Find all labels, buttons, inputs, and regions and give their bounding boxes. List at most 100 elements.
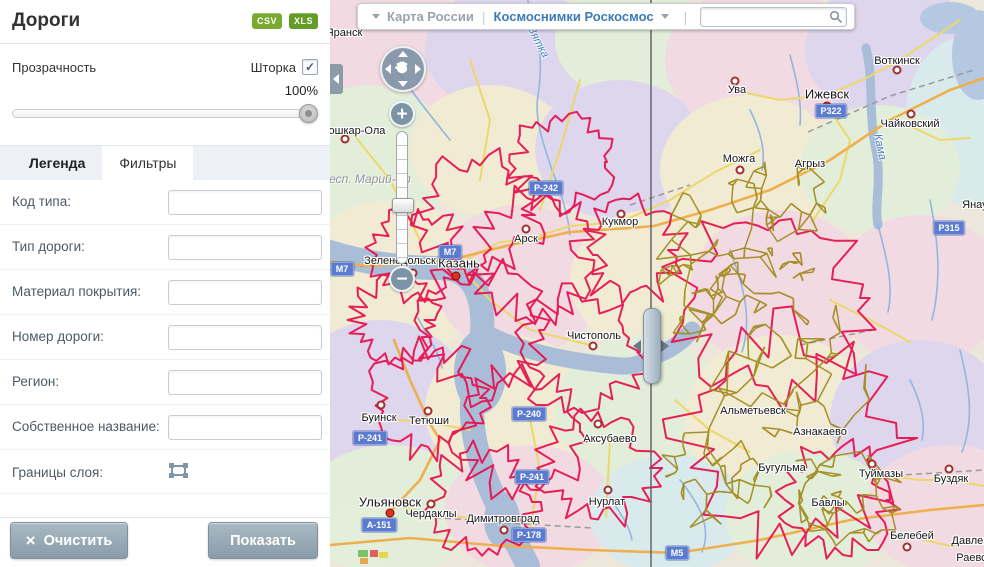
filter-row-own-name: Собственное название: [0, 405, 330, 450]
map-city-label: Воткинск [874, 55, 920, 67]
map-city-label: Димитровград [466, 513, 539, 525]
map-city-dot [452, 272, 461, 281]
pan-right-icon[interactable] [415, 64, 421, 74]
map-city-label: Агрыз [795, 158, 825, 170]
map-city-dot [604, 486, 613, 495]
page-title: Дороги [12, 10, 80, 32]
map-road-badge: М7 [331, 262, 354, 276]
hand-icon [393, 58, 411, 81]
filter-row-region: Регион: [0, 360, 330, 405]
chevron-down-icon[interactable] [372, 14, 380, 19]
map-city-label: Азнакаево [793, 426, 847, 438]
map-city-dot [386, 509, 395, 518]
pan-down-icon[interactable] [398, 81, 408, 87]
map-city-dot [377, 401, 386, 410]
map-search-box [700, 7, 847, 27]
map-road-badge: Р-241 [515, 470, 549, 484]
surface-material-input[interactable] [168, 280, 322, 305]
filter-row-road-number: Номер дороги: [0, 315, 330, 360]
map-city-label: Ижевск [805, 87, 849, 102]
slider-thumb[interactable] [299, 104, 318, 123]
map-city-label: Буздяк [934, 473, 968, 485]
base-layer-selector[interactable]: Карта России [387, 9, 474, 24]
chevron-down-icon[interactable] [661, 14, 669, 19]
map-search-input[interactable] [703, 8, 830, 28]
search-icon[interactable] [829, 10, 843, 24]
zoom-out-button[interactable]: − [389, 266, 415, 292]
map-city-label: Раевский [956, 552, 984, 564]
filter-row-type-code: Код типа: [0, 180, 330, 225]
zoom-in-button[interactable]: + [389, 101, 415, 127]
map-road-badge: Р-178 [512, 528, 546, 542]
map-city-label: Кукмор [602, 216, 639, 228]
zoom-slider[interactable] [396, 131, 408, 264]
filter-row-layer-bounds: Границы слоя: [0, 450, 330, 494]
own-name-input[interactable] [168, 415, 322, 440]
export-xls-button[interactable]: XLS [289, 13, 318, 29]
curtain-label: Шторка [251, 60, 296, 75]
filter-form: Код типа: Тип дороги: Материал покрытия:… [0, 180, 330, 494]
show-button[interactable]: Показать [208, 522, 318, 559]
curtain-arrow-right-icon [661, 340, 669, 352]
map-pan-control[interactable] [380, 46, 426, 92]
clear-x-icon: × [26, 532, 36, 549]
clear-button[interactable]: × Очистить [10, 522, 128, 559]
filter-label: Номер дороги: [12, 325, 104, 346]
pan-left-icon[interactable] [385, 64, 391, 74]
map-city-label: Бугульма [758, 462, 806, 474]
map-city-dot [594, 420, 603, 429]
map-city-label: Арск [514, 233, 538, 245]
map-city-label: Чердаклы [405, 508, 456, 520]
panel-footer: × Очистить Показать [0, 517, 330, 567]
divider: | [684, 9, 688, 25]
map-city-dot [903, 543, 912, 552]
map-city-label: Ува [728, 84, 746, 96]
road-type-input[interactable] [168, 235, 322, 260]
pan-up-icon[interactable] [398, 51, 408, 57]
zoom-slider-handle[interactable] [392, 198, 414, 213]
filter-row-road-type: Тип дороги: [0, 225, 330, 270]
map-city-label: Альметьевск [720, 405, 786, 417]
roads-gis-app: Дороги CSV XLS Прозрачность Шторка 100% … [0, 0, 984, 567]
draw-bounds-polygon-icon[interactable] [169, 463, 188, 481]
map-road-badge: М7 [439, 245, 462, 259]
map-road-badge: Р-242 [529, 181, 563, 195]
collapse-panel-button[interactable] [330, 64, 343, 94]
filter-row-surface-material: Материал покрытия: [0, 270, 330, 315]
panel-tabs: Легенда Фильтры [0, 145, 330, 180]
map-canvas[interactable]: + − Карта России | Космоснимки Роскосмос… [330, 0, 984, 567]
map-road-badge: М5 [666, 546, 689, 560]
map-road-badge: Р315 [933, 221, 964, 235]
map-city-label: Чайковский [881, 118, 940, 130]
road-number-input[interactable] [168, 325, 322, 350]
map-city-label: Буинск [361, 412, 396, 424]
map-city-label: Белебей [890, 530, 934, 542]
type-code-input[interactable] [168, 190, 322, 215]
curtain-arrow-left-icon [633, 340, 641, 352]
overlay-layer-selector[interactable]: Космоснимки Роскосмос [494, 9, 654, 24]
filter-label: Регион: [12, 370, 59, 391]
curtain-checkbox[interactable] [302, 59, 318, 75]
map-city-label: Давлеканово [952, 535, 984, 547]
map-road-badge: Р322 [815, 104, 846, 118]
clear-button-label: Очистить [44, 533, 113, 549]
filter-label: Тип дороги: [12, 235, 85, 256]
slider-track[interactable] [12, 109, 309, 118]
export-csv-button[interactable]: CSV [252, 13, 282, 29]
map-road-badge: Р-241 [353, 431, 387, 445]
curtain-divider-handle[interactable] [643, 308, 661, 384]
tab-filters[interactable]: Фильтры [102, 146, 193, 180]
divider: | [482, 9, 486, 25]
map-city-label: Можга [723, 153, 756, 165]
region-input[interactable] [168, 370, 322, 395]
map-road-badge: А-151 [362, 518, 397, 532]
map-road-badge: Р-240 [512, 407, 546, 421]
layer-bounds-label: Границы слоя: [12, 461, 103, 482]
transparency-slider[interactable] [12, 103, 318, 123]
transparency-section: Прозрачность Шторка 100% [0, 44, 330, 139]
map-city-label: Йошкар-Ола [330, 125, 385, 137]
filter-label: Код типа: [12, 190, 71, 211]
filter-label: Материал покрытия: [12, 280, 141, 301]
transparency-value: 100% [12, 83, 318, 98]
tab-legend[interactable]: Легенда [12, 146, 102, 180]
